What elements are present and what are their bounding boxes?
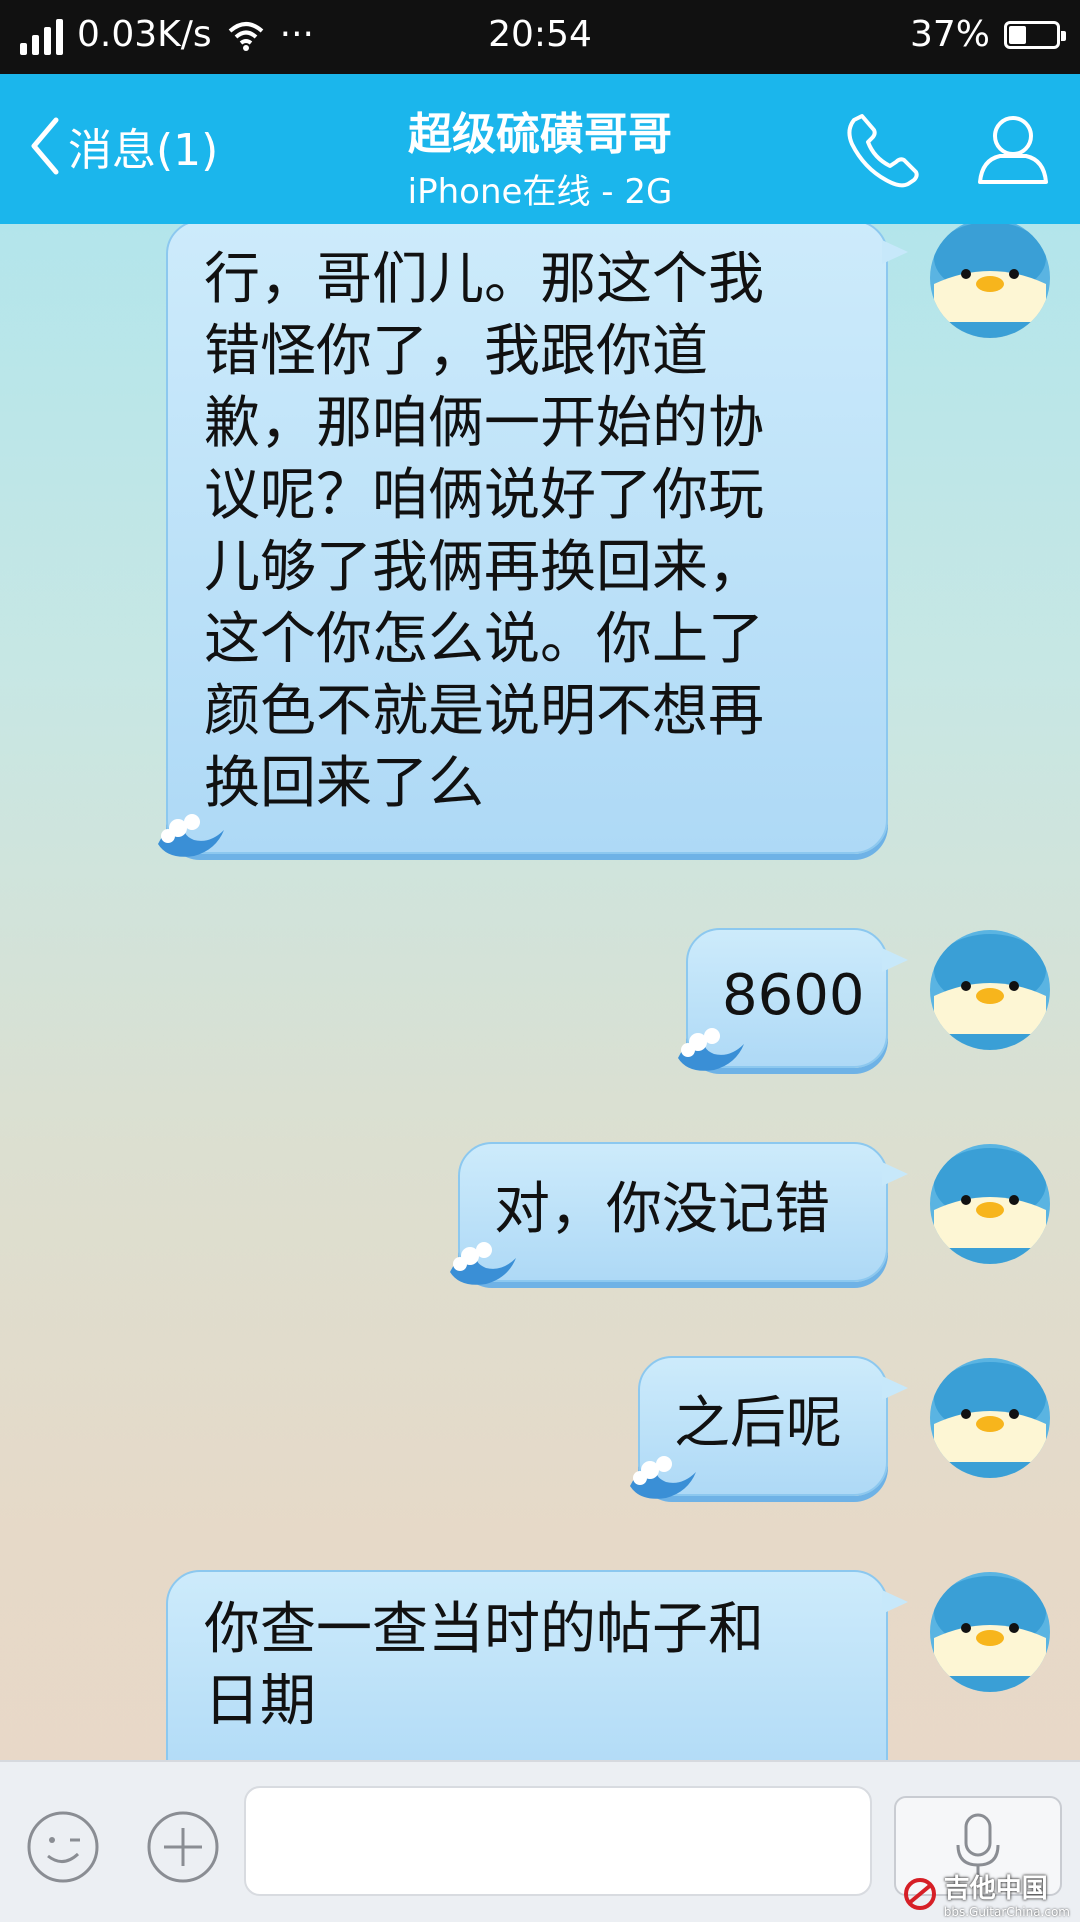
avatar[interactable] [930, 930, 1050, 1050]
message-text: 行，哥们儿。那这个我 错怪你了，我跟你道 歉，那咱俩一开始的协 议呢？咱俩说好了… [204, 247, 764, 816]
watermark-url: bbs.GuitarChina.com [943, 1905, 1070, 1919]
message-input[interactable] [244, 1786, 872, 1896]
battery-icon [1004, 20, 1066, 49]
battery-percent: 37% [909, 14, 990, 55]
message-text: 对，你没记错 [494, 1177, 830, 1242]
add-icon[interactable] [146, 1810, 220, 1884]
message-list[interactable]: 行，哥们儿。那这个我 错怪你了，我跟你道 歉，那咱俩一开始的协 议呢？咱俩说好了… [0, 224, 1080, 1760]
watermark: 吉他中国 bbs.GuitarChina.com [902, 1868, 1070, 1919]
wave-decoration-icon [450, 1242, 516, 1285]
watermark-text: 吉他中国 [943, 1874, 1048, 1904]
emoji-icon[interactable] [26, 1810, 100, 1884]
message-text: 你查一查当时的帖子和 日期 [204, 1597, 764, 1734]
wave-decoration-icon [678, 1028, 744, 1071]
wave-decoration-icon [630, 1456, 696, 1499]
chat-header: 消息(1) 超级硫磺哥哥 iPhone在线 - 2G [0, 74, 1080, 224]
message-bubble[interactable]: 对，你没记错 [450, 1142, 908, 1285]
avatar[interactable] [930, 224, 1050, 338]
input-bar: 吉他中国 bbs.GuitarChina.com [0, 1760, 1080, 1922]
message-bubble[interactable]: 之后呢 [630, 1356, 908, 1499]
guitar-logo-icon [903, 1877, 936, 1910]
avatar[interactable] [930, 1358, 1050, 1478]
message-bubble[interactable]: 你查一查当时的帖子和 日期 [166, 1570, 908, 1760]
message-bubble[interactable]: 行，哥们儿。那这个我 错怪你了，我跟你道 歉，那咱俩一开始的协 议呢？咱俩说好了… [158, 224, 908, 857]
avatar[interactable] [930, 1144, 1050, 1264]
avatar[interactable] [930, 1572, 1050, 1692]
message-bubble[interactable]: 8600 [678, 928, 908, 1071]
profile-icon[interactable] [976, 110, 1050, 188]
wave-decoration-icon [158, 814, 224, 857]
status-bar: 0.03K/s ··· 20:54 37% [0, 0, 1080, 74]
phone-icon[interactable] [846, 110, 920, 188]
